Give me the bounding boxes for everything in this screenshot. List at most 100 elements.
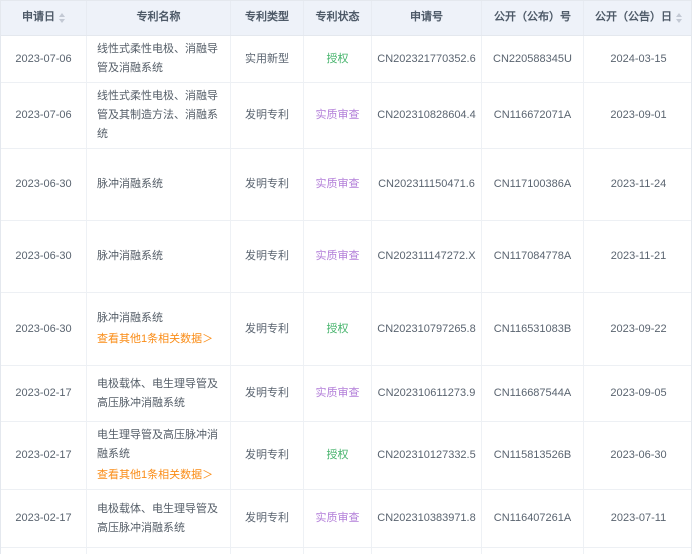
patent-type-text: 实用新型 — [245, 50, 289, 69]
patent-type-text: 发明专利 — [245, 247, 289, 266]
column-header-label: 公开（公告）日 — [595, 11, 672, 24]
column-header-patent-status: 专利状态 — [304, 1, 372, 35]
patent-status-badge: 实质审查 — [316, 247, 360, 266]
patent-status-badge: 实质审查 — [316, 384, 360, 403]
patent-name-text: 电生理导管及高压脉冲消融系统 — [97, 426, 224, 464]
column-header-apply-date[interactable]: 申请日 — [1, 1, 87, 35]
patent-status-badge: 授权 — [327, 446, 349, 465]
column-header-label: 专利名称 — [137, 11, 181, 24]
cell-patent-name: 电生理导管及高压脉冲消融系统 查看其他1条相关数据＞ — [87, 422, 231, 489]
table-row: 2023-06-30 脉冲消融系统 查看其他1条相关数据＞ 发明专利 授权 CN… — [1, 293, 691, 366]
apply-date-text: 2023-02-17 — [15, 509, 71, 528]
apply-date-text: 2023-06-30 — [15, 175, 71, 194]
table-header-row: 申请日 专利名称 专利类型 专利状态 申请号 公开（公布）号 公开（公告）日 — [1, 1, 691, 36]
cell-apply-date: 2023-02-17 — [1, 490, 87, 547]
table-body: 2023-07-06 线性式柔性电极、消融导管及消融系统 实用新型 授权 CN2… — [1, 36, 691, 554]
cell-publication-date: 2023-06-30 — [584, 422, 692, 489]
cell-apply-date: 2023-07-06 — [1, 83, 87, 148]
cell-publication-no: CN116531083B — [482, 293, 584, 365]
apply-date-text: 2023-06-30 — [15, 320, 71, 339]
cell-apply-date: 2023-07-06 — [1, 36, 87, 82]
patent-name-text: 脉冲消融系统 — [97, 247, 224, 266]
application-no-text: CN202310127332.5 — [377, 446, 475, 465]
sort-icon[interactable] — [676, 13, 682, 23]
cell-application-no: CN202321770352.6 — [372, 36, 482, 82]
table-row: 2023-07-06 线性式柔性电极、消融导管及其制造方法、消融系统 发明专利 … — [1, 83, 691, 149]
cell-patent-type: 发明专利 — [231, 422, 304, 489]
column-header-publication-date[interactable]: 公开（公告）日 — [584, 1, 692, 35]
cell-patent-type: 发明专利 — [231, 490, 304, 547]
cell-publication-no: CN220588345U — [482, 36, 584, 82]
cell-apply-date: 2023-02-17 — [1, 366, 87, 421]
publication-no-text: CN116531083B — [494, 320, 571, 339]
patent-name-text: 电极载体、电生理导管及高压脉冲消融系统 — [97, 375, 224, 413]
table-row: 2023-02-17 电生理导管及高压脉冲消融系统 查看其他1条相关数据＞ 发明… — [1, 422, 691, 490]
table-row: 2023-06-30 脉冲消融系统 发明专利 实质审查 CN2023111504… — [1, 149, 691, 221]
patent-type-text: 发明专利 — [245, 320, 289, 339]
publication-no-text: CN115813526B — [494, 446, 571, 465]
publication-no-text: CN220588345U — [493, 50, 572, 69]
cell-patent-name: 电极载体、电生理导管及高压脉冲消融系统 — [87, 490, 231, 547]
cell-publication-date: 2023-07-11 — [584, 490, 692, 547]
cell-publication-date: 2023-09-22 — [584, 293, 692, 365]
cell-application-no: CN202310828604.4 — [372, 83, 482, 148]
application-no-text: CN202311147272.X — [377, 247, 475, 266]
cell-apply-date: 2023-02-17 — [1, 422, 87, 489]
cell-patent-type: 发明专利 — [231, 149, 304, 220]
table-row: 2023-02-17 电极载体、电生理导管及高压脉冲消融系统 发明专利 实质审查… — [1, 490, 691, 548]
cell-patent-type: 发明专利 — [231, 366, 304, 421]
publication-no-text: CN116672071A — [494, 106, 571, 125]
patent-type-text: 发明专利 — [245, 446, 289, 465]
cell-patent-status: 实质审查 — [304, 221, 372, 292]
cell-apply-date: 2023-06-30 — [1, 221, 87, 292]
application-no-text: CN202310611273.9 — [378, 384, 476, 403]
apply-date-text: 2023-02-17 — [15, 446, 71, 465]
cell-apply-date: 2023-06-30 — [1, 293, 87, 365]
publication-date-text: 2024-03-15 — [610, 50, 666, 69]
patent-type-text: 发明专利 — [245, 175, 289, 194]
column-header-publication-no: 公开（公布）号 — [482, 1, 584, 35]
cell-application-no: CN202310127332.5 — [372, 422, 482, 489]
cell-publication-no: CN116407261A — [482, 490, 584, 547]
cell-patent-name: 线性式柔性电极、消融导管及其制造方法、消融系统 — [87, 83, 231, 148]
patent-name-text: 脉冲消融系统 — [97, 309, 224, 328]
column-header-label: 专利状态 — [316, 11, 360, 24]
table-row: 2023-02-17 电极载体、电生理导管及高压脉冲消融系统 发明专利 实质审查… — [1, 366, 691, 422]
cell-publication-no: CN115813526B — [482, 422, 584, 489]
publication-no-text: CN116687544A — [494, 384, 571, 403]
cell-publication-date: 2023-11-21 — [584, 221, 692, 292]
apply-date-text: 2023-07-06 — [15, 50, 71, 69]
publication-date-text: 2023-06-30 — [610, 446, 666, 465]
view-related-data-link[interactable]: 查看其他1条相关数据＞ — [97, 466, 213, 485]
cell-patent-status: 实质审查 — [304, 83, 372, 148]
cell-apply-date: 2023-06-30 — [1, 149, 87, 220]
view-related-data-link[interactable]: 查看其他1条相关数据＞ — [97, 330, 213, 349]
cell-patent-status: 授权 — [304, 293, 372, 365]
publication-date-text: 2023-11-24 — [611, 175, 666, 194]
publication-no-text: CN116407261A — [494, 509, 571, 528]
publication-no-text: CN117084778A — [494, 247, 571, 266]
cell-application-no: CN202311147272.X — [372, 221, 482, 292]
application-no-text: CN202310383971.8 — [377, 509, 475, 528]
application-no-text: CN202321770352.6 — [377, 50, 475, 69]
apply-date-text: 2023-06-30 — [15, 247, 71, 266]
publication-date-text: 2023-09-01 — [610, 106, 666, 125]
patent-name-text: 线性式柔性电极、消融导管及其制造方法、消融系统 — [97, 87, 224, 144]
column-header-label: 公开（公布）号 — [494, 11, 571, 24]
cell-application-no: CN202310383971.8 — [372, 490, 482, 547]
cell-patent-status: 实质审查 — [304, 490, 372, 547]
cell-patent-name: 脉冲消融系统 查看其他1条相关数据＞ — [87, 293, 231, 365]
column-header-label: 申请号 — [410, 11, 443, 24]
cell-patent-status: 实质审查 — [304, 548, 372, 554]
cell-patent-name: 电极载体、电生理导管及高压脉冲消融系统 — [87, 366, 231, 421]
cell-publication-no: CN116672071A — [482, 83, 584, 148]
sort-icon[interactable] — [59, 13, 65, 23]
cell-publication-date: 2023-11-24 — [584, 149, 692, 220]
cell-publication-date: 2023-04-21 — [584, 548, 692, 554]
cell-application-no: CN202310611273.9 — [372, 366, 482, 421]
cell-publication-no: CN116687544A — [482, 366, 584, 421]
patent-status-badge: 授权 — [327, 320, 349, 339]
patent-type-text: 发明专利 — [245, 384, 289, 403]
publication-no-text: CN117100386A — [494, 175, 571, 194]
cell-publication-no: CN117100386A — [482, 149, 584, 220]
